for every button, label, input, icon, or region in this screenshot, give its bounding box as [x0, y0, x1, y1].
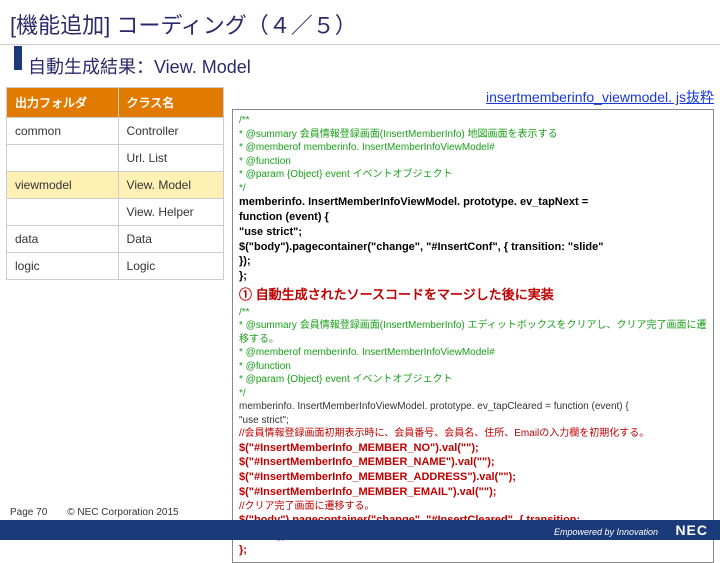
annotation-1: ① 自動生成されたソースコードをマージした後に実装 — [239, 286, 554, 304]
col-class: クラス名 — [118, 88, 223, 118]
table-row: common Controller — [7, 118, 224, 145]
code-comment: /** — [239, 306, 707, 320]
cell-folder: logic — [7, 253, 119, 280]
page-number: Page 70 — [10, 507, 47, 518]
code-line-highlight: $("#InsertMemberInfo_MEMBER_ADDRESS").va… — [239, 470, 707, 485]
footer-meta: Page 70 © NEC Corporation 2015 — [10, 507, 179, 518]
cell-folder — [7, 199, 119, 226]
code-box: /** * @summary 会員情報登録画面(InsertMemberInfo… — [232, 109, 714, 563]
code-comment: * @param {Object} event イベントオブジェクト — [239, 168, 707, 182]
table-row-highlight: viewmodel View. Model — [7, 172, 224, 199]
class-table-wrap: 出力フォルダ クラス名 common Controller Url. List … — [6, 87, 224, 563]
code-panel: insertmemberinfo_viewmodel. js抜粋 /** * @… — [232, 87, 714, 563]
table-row: Url. List — [7, 145, 224, 172]
tagline: Empowered by Innovation — [554, 527, 658, 537]
table-header-row: 出力フォルダ クラス名 — [7, 88, 224, 118]
cell-folder: data — [7, 226, 119, 253]
code-line: "use strict"; — [239, 414, 707, 428]
code-comment: /** — [239, 114, 707, 128]
footer-bar: Empowered by Innovation NEC — [0, 520, 720, 540]
cell-class: Logic — [118, 253, 223, 280]
code-line-highlight: $("#InsertMemberInfo_MEMBER_NO").val("")… — [239, 441, 707, 456]
cell-folder: viewmodel — [7, 172, 119, 199]
table-row: data Data — [7, 226, 224, 253]
code-line: }; — [239, 269, 707, 284]
code-line: $("body").pagecontainer("change", "#Inse… — [239, 240, 707, 255]
copyright: © NEC Corporation 2015 — [67, 507, 178, 518]
slide-title: [機能追加] コーディング（４／５） — [0, 0, 720, 45]
code-line-highlight: $("#InsertMemberInfo_MEMBER_EMAIL").val(… — [239, 485, 707, 500]
cell-folder: common — [7, 118, 119, 145]
code-comment: * @function — [239, 155, 707, 169]
code-comment: * @function — [239, 360, 707, 374]
cell-class: Data — [118, 226, 223, 253]
content-area: 出力フォルダ クラス名 common Controller Url. List … — [0, 87, 720, 563]
col-folder: 出力フォルダ — [7, 88, 119, 118]
code-line-highlight: }; — [239, 543, 707, 558]
code-comment-red: //クリア完了画面に遷移する。 — [239, 500, 707, 514]
filename-hint: insertmemberinfo_viewmodel. js抜粋 — [232, 87, 714, 107]
table-row: View. Helper — [7, 199, 224, 226]
cell-class: Controller — [118, 118, 223, 145]
cell-class: View. Helper — [118, 199, 223, 226]
code-line: memberinfo. InsertMemberInfoViewModel. p… — [239, 195, 707, 210]
nec-logo: NEC — [673, 522, 710, 538]
code-comment: * @summary 会員情報登録画面(InsertMemberInfo) エデ… — [239, 319, 707, 346]
cell-class: View. Model — [118, 172, 223, 199]
accent-bar — [14, 46, 22, 70]
code-line: function (event) { — [239, 210, 707, 225]
code-comment: * @memberof memberinfo. InsertMemberInfo… — [239, 346, 707, 360]
class-table: 出力フォルダ クラス名 common Controller Url. List … — [6, 87, 224, 280]
code-comment: */ — [239, 182, 707, 196]
cell-folder — [7, 145, 119, 172]
slide-subtitle: 自動生成結果：View. Model — [28, 53, 720, 79]
code-comment: * @summary 会員情報登録画面(InsertMemberInfo) 地図… — [239, 128, 707, 142]
code-comment: * @memberof memberinfo. InsertMemberInfo… — [239, 141, 707, 155]
code-comment-red: //会員情報登録画面初期表示時に、会員番号、会員名、住所、Emailの入力欄を初… — [239, 427, 707, 441]
cell-class: Url. List — [118, 145, 223, 172]
code-line: }); — [239, 254, 707, 269]
code-line: memberinfo. InsertMemberInfoViewModel. p… — [239, 400, 707, 414]
code-comment: * @param {Object} event イベントオブジェクト — [239, 373, 707, 387]
table-row: logic Logic — [7, 253, 224, 280]
code-comment: */ — [239, 387, 707, 401]
code-line: "use strict"; — [239, 225, 707, 240]
code-line-highlight: $("#InsertMemberInfo_MEMBER_NAME").val("… — [239, 455, 707, 470]
